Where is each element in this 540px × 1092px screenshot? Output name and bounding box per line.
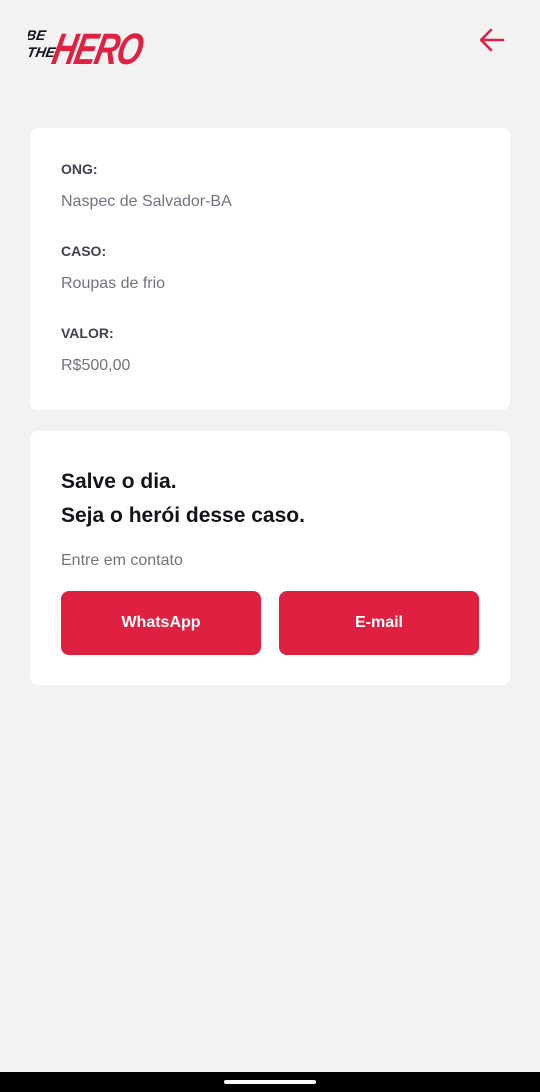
contact-description: Entre em contato [61, 552, 183, 569]
case-property: CASO: Roupas de frio [61, 242, 479, 294]
whatsapp-button-label: WhatsApp [121, 614, 201, 631]
logo-text-be: BE [28, 27, 48, 43]
email-button[interactable]: E-mail [279, 591, 479, 655]
case-label: CASO: [61, 243, 107, 259]
value-label: VALOR: [61, 325, 114, 341]
contact-card: Salve o dia. Seja o herói desse caso. En… [30, 431, 510, 685]
detail-screen: BE THE HERO ONG: Naspec de Salvador-BA C… [0, 0, 540, 1092]
arrow-left-icon [478, 26, 506, 59]
system-navigation-bar [0, 1072, 540, 1092]
header: BE THE HERO [0, 0, 540, 100]
home-indicator[interactable] [224, 1080, 316, 1084]
hero-title: Salve o dia. Seja o herói desse caso. [61, 465, 479, 533]
hero-title-line2: Seja o herói desse caso. [61, 504, 305, 527]
hero-title-line1: Salve o dia. [61, 470, 177, 493]
ong-value: Naspec de Salvador-BA [61, 193, 232, 210]
email-button-label: E-mail [354, 614, 403, 631]
value-property: VALOR: R$500,00 [61, 324, 479, 376]
case-value: Roupas de frio [61, 275, 166, 292]
logo-text-hero: HERO [48, 25, 147, 70]
ong-property: ONG: Naspec de Salvador-BA [61, 160, 479, 212]
be-the-hero-logo: BE THE HERO [28, 14, 154, 70]
whatsapp-button[interactable]: WhatsApp [61, 591, 261, 655]
ong-label: ONG: [61, 161, 98, 177]
back-button[interactable] [476, 26, 508, 58]
incident-card: ONG: Naspec de Salvador-BA CASO: Roupas … [30, 128, 510, 410]
contact-actions: WhatsApp E-mail [61, 591, 479, 655]
value-amount: R$500,00 [61, 357, 131, 374]
